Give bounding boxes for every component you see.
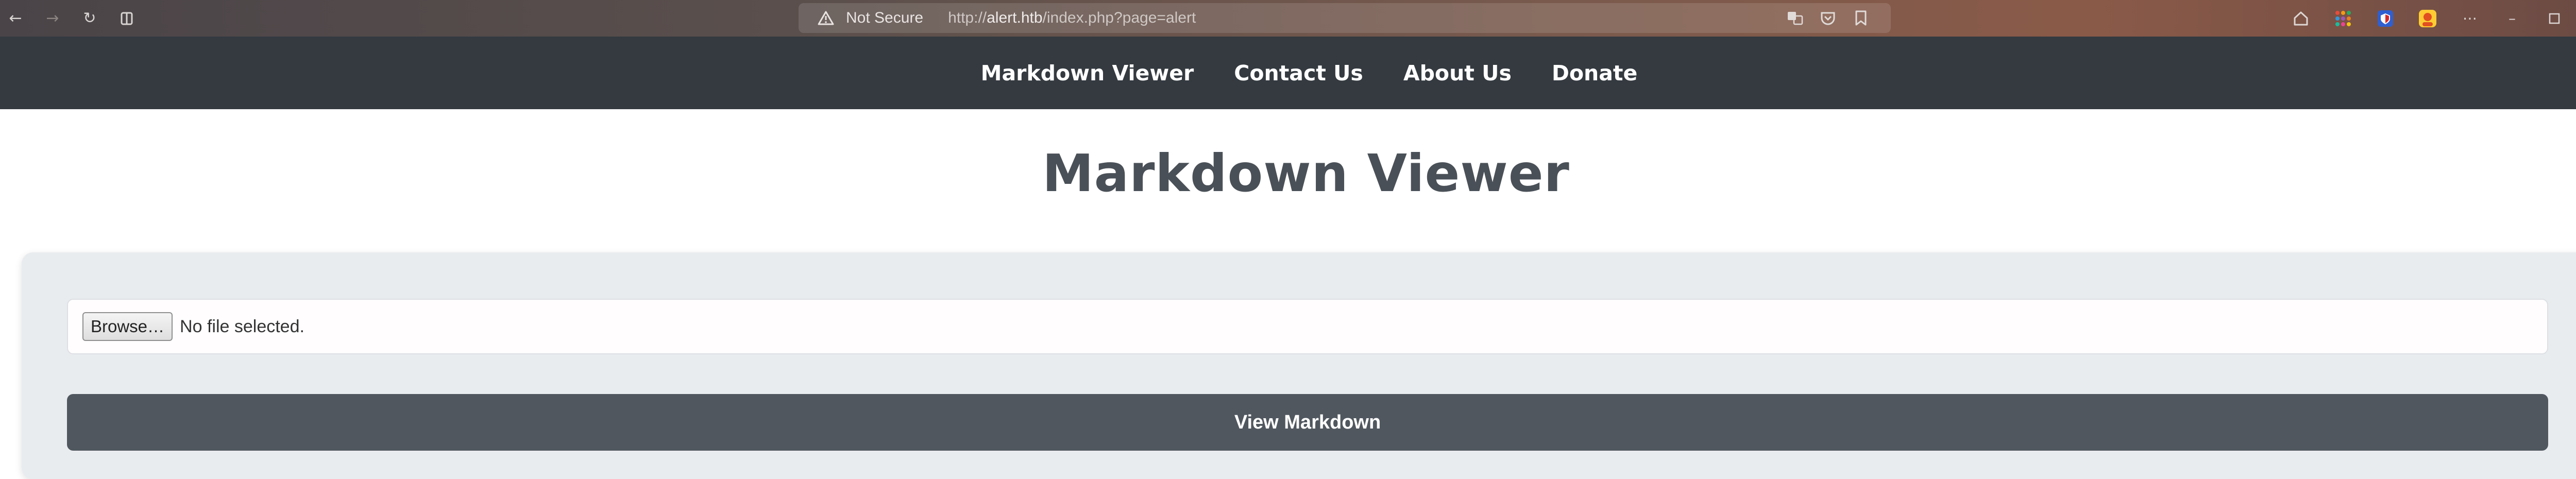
- back-arrow-icon[interactable]: ←: [5, 8, 26, 29]
- warning-triangle-icon[interactable]: [817, 9, 835, 27]
- url-bar[interactable]: Not Secure http://alert.htb/index.php?pa…: [799, 3, 1891, 33]
- nav-link-about-us[interactable]: About Us: [1403, 61, 1512, 85]
- upload-form-panel: Browse… No file selected. View Markdown: [22, 252, 2576, 479]
- bookmark-icon[interactable]: [1852, 9, 1870, 27]
- browse-button[interactable]: Browse…: [82, 312, 173, 341]
- nav-link-markdown-viewer[interactable]: Markdown Viewer: [981, 61, 1194, 85]
- not-secure-label[interactable]: Not Secure: [846, 9, 923, 27]
- maximize-icon[interactable]: [2544, 8, 2565, 29]
- forward-arrow-icon[interactable]: →: [42, 8, 63, 29]
- site-navbar: Markdown Viewer Contact Us About Us Dona…: [0, 37, 2576, 109]
- url-actions: [1786, 3, 1870, 33]
- browser-toolbar: ← → ↻ Not Secure http://alert.htb/index.…: [0, 0, 2576, 37]
- file-input[interactable]: Browse… No file selected.: [67, 299, 2548, 354]
- url-path: /index.php?page=alert: [1042, 9, 1196, 26]
- page-title: Markdown Viewer: [1042, 143, 1570, 203]
- profile-icon[interactable]: [2417, 8, 2438, 29]
- nav-links: Markdown Viewer Contact Us About Us Dona…: [981, 61, 1638, 85]
- reload-icon[interactable]: ↻: [79, 8, 100, 29]
- file-status-text: No file selected.: [180, 316, 304, 336]
- url-host: alert.htb: [987, 9, 1043, 26]
- url-prefix: http://: [948, 9, 987, 26]
- minimize-icon[interactable]: –: [2502, 8, 2522, 29]
- browser-nav-buttons: ← → ↻: [5, 0, 137, 37]
- browser-right-tools: ⋯ – ✕: [2291, 0, 2576, 37]
- translate-icon[interactable]: [1786, 9, 1804, 27]
- view-markdown-button[interactable]: View Markdown: [67, 394, 2548, 451]
- menu-dots-icon[interactable]: ⋯: [2460, 8, 2480, 29]
- home-icon[interactable]: [2291, 8, 2311, 29]
- reader-mode-icon[interactable]: [116, 8, 137, 29]
- apps-grid-icon[interactable]: [2333, 8, 2353, 29]
- url-text[interactable]: http://alert.htb/index.php?page=alert: [948, 9, 1196, 27]
- nav-link-donate[interactable]: Donate: [1552, 61, 1637, 85]
- extension-shield-icon[interactable]: [2375, 8, 2396, 29]
- nav-link-contact-us[interactable]: Contact Us: [1234, 61, 1363, 85]
- save-to-pocket-icon[interactable]: [1819, 9, 1837, 27]
